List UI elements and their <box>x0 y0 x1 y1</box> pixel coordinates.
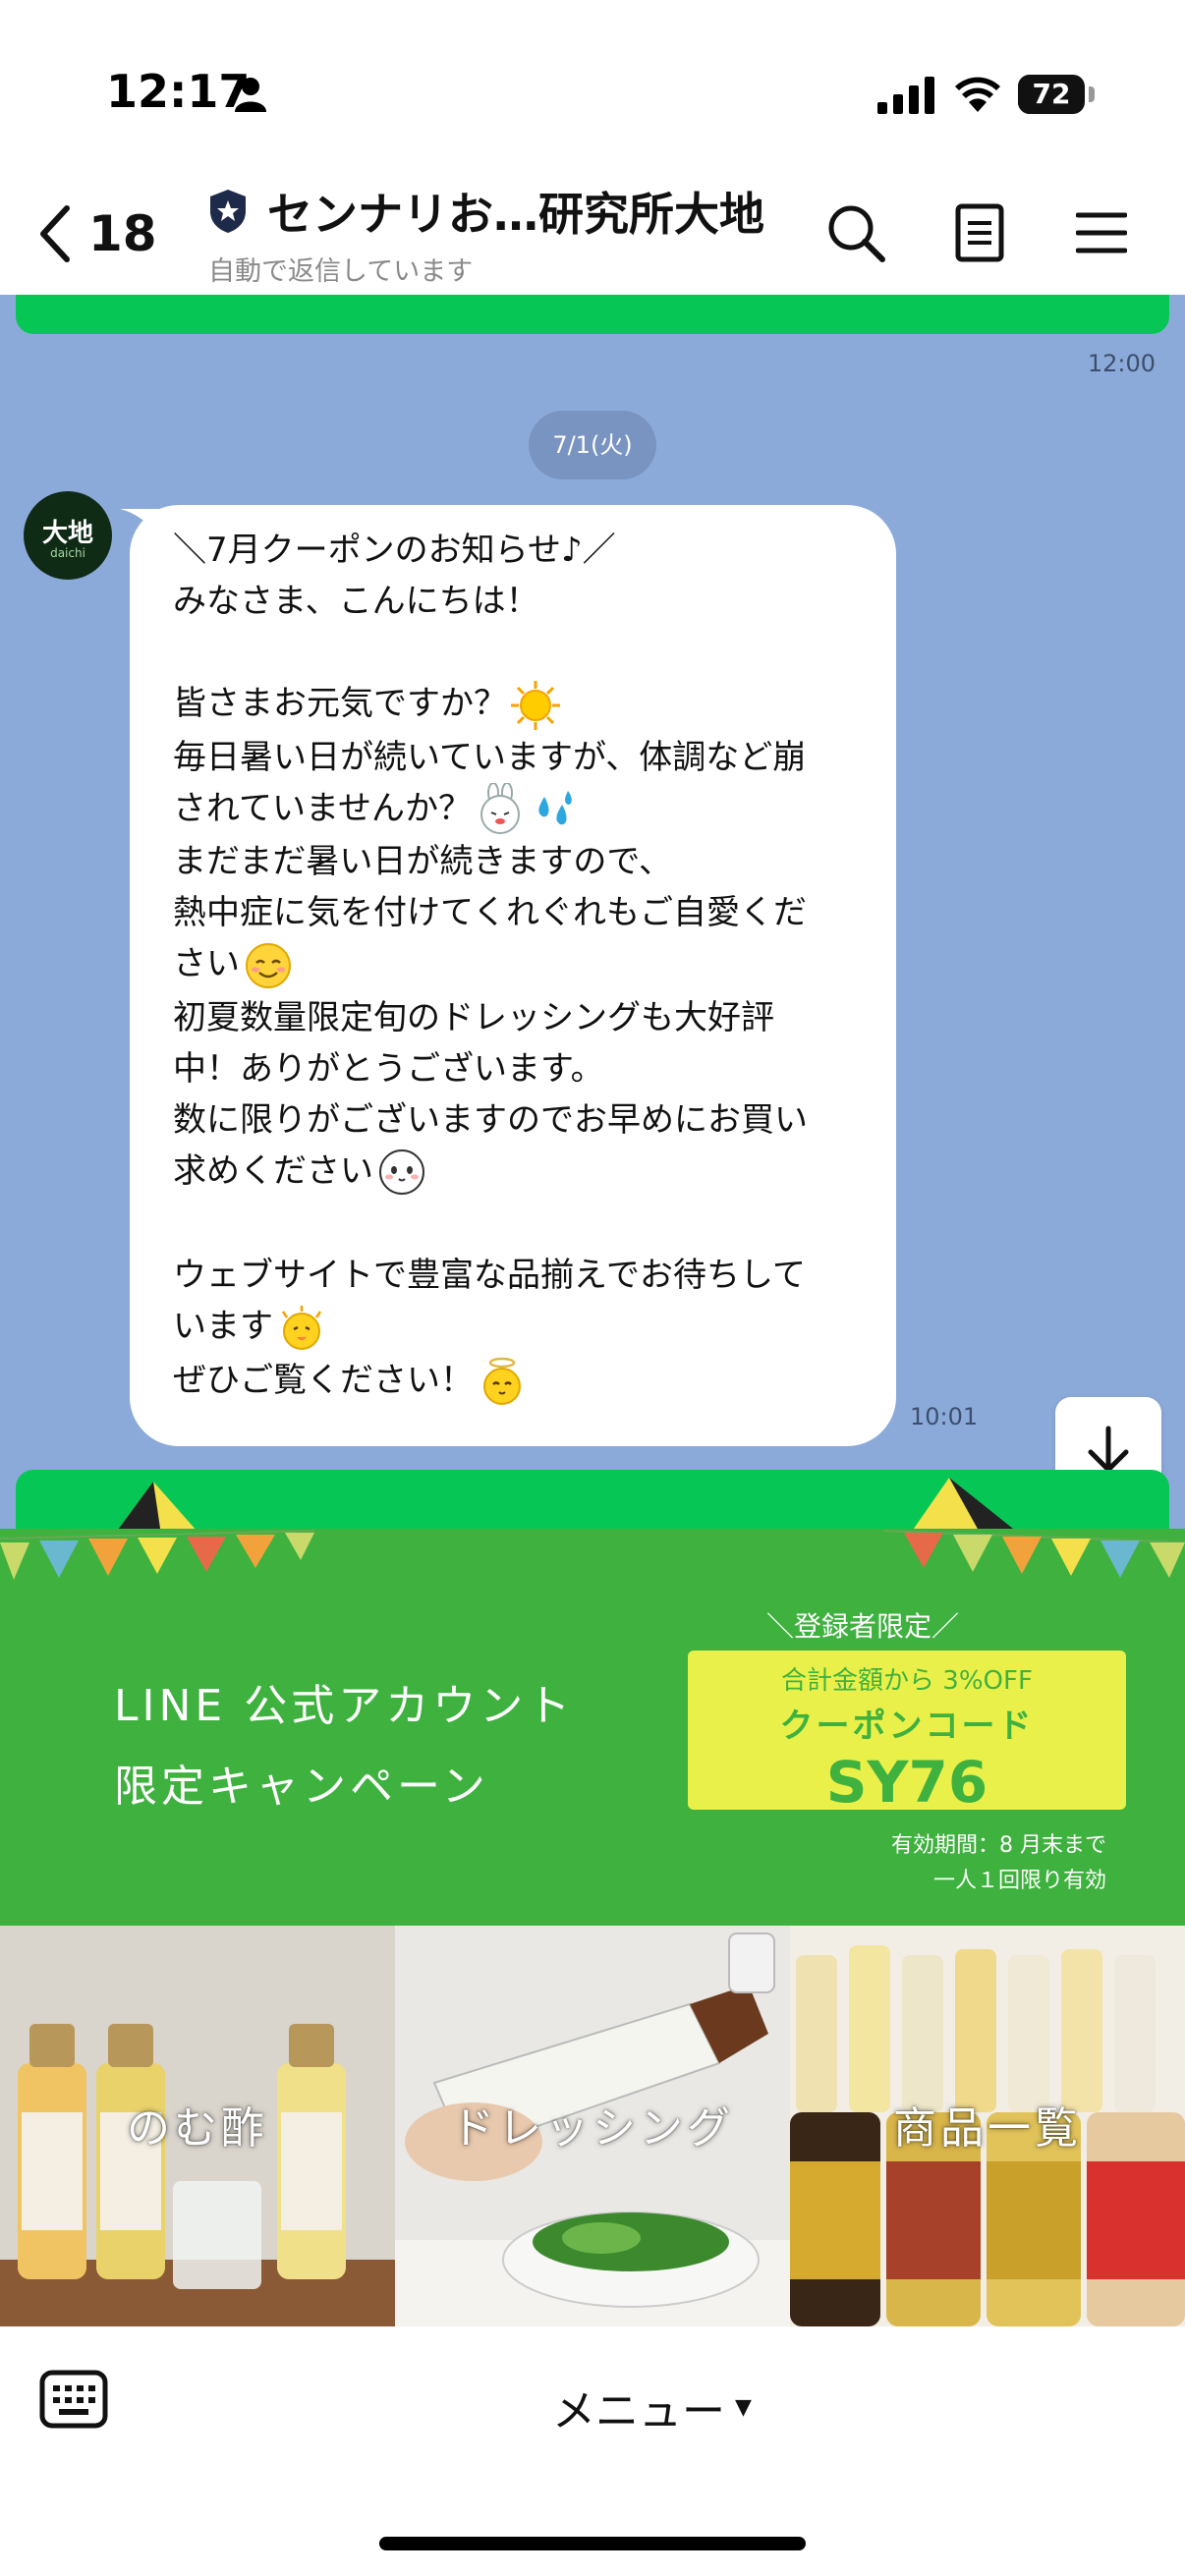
message-line-with-emoji: さい <box>173 938 867 992</box>
chick-halo-emoji <box>483 1357 521 1405</box>
banner-title-line1: LINE 公式アカウント <box>114 1681 575 1731</box>
chat-area[interactable]: 12:00 7/1(火) 大地 daichi ＼7月クーポンのお知らせ♪／ みな… <box>0 295 1185 1529</box>
banner-title: LINE 公式アカウント 限定キャンペーン <box>114 1666 574 1827</box>
coupon-discount: 合計金額から 3%OFF <box>781 1666 1033 1696</box>
chevron-left-icon <box>40 205 70 262</box>
battery-icon: 72 <box>1018 75 1085 114</box>
tile-label: ドレッシング <box>451 2103 734 2154</box>
home-indicator <box>379 2537 806 2550</box>
message-line: 数に限りがございますのでお早めにお買い <box>173 1099 808 1140</box>
person-icon <box>235 78 266 112</box>
chat-subtitle: 自動で返信しています <box>208 256 474 287</box>
battery-level: 72 <box>1032 78 1071 110</box>
next-message-card[interactable] <box>16 1470 1169 1529</box>
date-separator: 7/1(火) <box>529 411 656 479</box>
status-bar: 12:17 72 <box>0 0 1185 177</box>
avatar-text: 大地 <box>41 519 93 548</box>
banner-title-line2: 限定キャンペーン <box>114 1762 489 1812</box>
coupon-code: SY76 <box>825 1749 988 1816</box>
avatar[interactable]: 大地 daichi <box>24 491 112 580</box>
unread-count: 18 <box>88 205 157 262</box>
caret-down-icon: ▼ <box>735 2394 752 2420</box>
message-line-with-emoji: 求めください <box>173 1146 867 1200</box>
coupon-limit: 一人１回限り有効 <box>932 1869 1106 1893</box>
banner-badge-heading: ＼登録者限定／ <box>766 1610 960 1643</box>
message-bubble[interactable]: ＼7月クーポンのお知らせ♪／ みなさま、こんにちは！ 皆さまお元気ですか？ 毎日… <box>130 505 896 1446</box>
signal-icon <box>877 77 934 114</box>
rich-menu-tiles: のむ酢 ドレッシング 商品一覧 <box>0 1926 1185 2326</box>
coupon-validity: 有効期間：8 月末まで <box>891 1833 1106 1858</box>
tile-product-list[interactable]: 商品一覧 <box>790 1926 1185 2326</box>
back-button[interactable]: 18 <box>35 196 163 271</box>
tile-dressing[interactable]: ドレッシング <box>395 1926 790 2326</box>
message-timestamp: 12:00 <box>1087 350 1156 377</box>
rich-menu-banner[interactable]: LINE 公式アカウント 限定キャンペーン ＼登録者限定／ 合計金額から 3%O… <box>0 1529 1185 1926</box>
chat-title: センナリお…研究所大地 <box>267 188 764 241</box>
chat-header: 18 センナリお…研究所大地 自動で返信しています <box>0 177 1185 295</box>
chick-emoji <box>281 1305 322 1350</box>
message-line: みなさま、こんにちは！ <box>173 582 539 621</box>
chat-title-area[interactable]: センナリお…研究所大地 自動で返信しています <box>206 179 796 288</box>
search-button[interactable] <box>821 198 890 267</box>
rabbit-emoji <box>480 783 520 834</box>
face-emoji <box>379 1149 424 1195</box>
message-line: 初夏数量限定旬のドレッシングも大好評 <box>173 997 774 1037</box>
menu-toggle-label: メニュー <box>552 2386 725 2436</box>
tile-label: のむ酢 <box>127 2103 268 2154</box>
menu-button[interactable] <box>1067 198 1136 267</box>
tile-drinking-vinegar[interactable]: のむ酢 <box>0 1926 395 2326</box>
bunting-decoration <box>0 1530 1185 1580</box>
message-line-text: ぜひご覧ください！ <box>173 1360 474 1400</box>
smiling-face-emoji <box>246 942 291 988</box>
message-line-with-emoji: されていませんか？ <box>173 783 867 837</box>
menu-icon <box>1076 212 1127 253</box>
message-line-text: さい <box>173 944 240 983</box>
message-line-with-emoji: ぜひご覧ください！ <box>173 1355 867 1409</box>
sun-emoji <box>511 680 560 730</box>
message-line-with-emoji: 皆さまお元気ですか？ <box>173 678 867 732</box>
message-line: ウェブサイトで豊富な品揃えでお待ちして <box>173 1256 806 1295</box>
avatar-subtext: daichi <box>50 546 85 560</box>
message-line-with-emoji: います <box>173 1301 867 1355</box>
message-timestamp: 10:01 <box>910 1403 979 1430</box>
message-line-text: 求めください <box>173 1150 373 1191</box>
message-line: 熱中症に気を付けてくれぐれもご自愛くだ <box>173 893 807 932</box>
wifi-icon <box>955 77 1000 112</box>
message-line: 中！ありがとうございます。 <box>173 1048 604 1089</box>
previous-message-card[interactable] <box>16 295 1169 334</box>
tile-label: 商品一覧 <box>893 2103 1082 2154</box>
official-badge-icon <box>210 190 246 233</box>
message-line: 毎日暑い日が続いていますが、体調など崩 <box>173 737 807 777</box>
coupon-box: 合計金額から 3%OFF クーポンコード SY76 <box>688 1651 1126 1816</box>
message-line-text: 皆さまお元気ですか？ <box>173 684 507 723</box>
sweat-drops-emoji <box>538 791 572 825</box>
message-line: まだまだ暑い日が続きますので、 <box>173 842 672 881</box>
message-line-text: されていませんか？ <box>173 788 472 828</box>
message-line-text: います <box>173 1307 273 1346</box>
notes-button[interactable] <box>945 198 1014 267</box>
bottom-bar: メニュー ▼ <box>0 2326 1185 2576</box>
message-line: ＼7月クーポンのお知らせ♪／ <box>173 531 616 570</box>
bunting-decoration <box>118 1478 1013 1529</box>
rich-menu-toggle[interactable]: メニュー ▼ <box>552 2376 752 2438</box>
keyboard-icon[interactable] <box>39 2370 108 2429</box>
notes-icon <box>955 203 1004 262</box>
battery-cap <box>1089 86 1095 102</box>
status-time: 12:17 <box>106 65 251 118</box>
coupon-label: クーポンコード <box>779 1707 1035 1746</box>
search-icon <box>828 205 885 262</box>
